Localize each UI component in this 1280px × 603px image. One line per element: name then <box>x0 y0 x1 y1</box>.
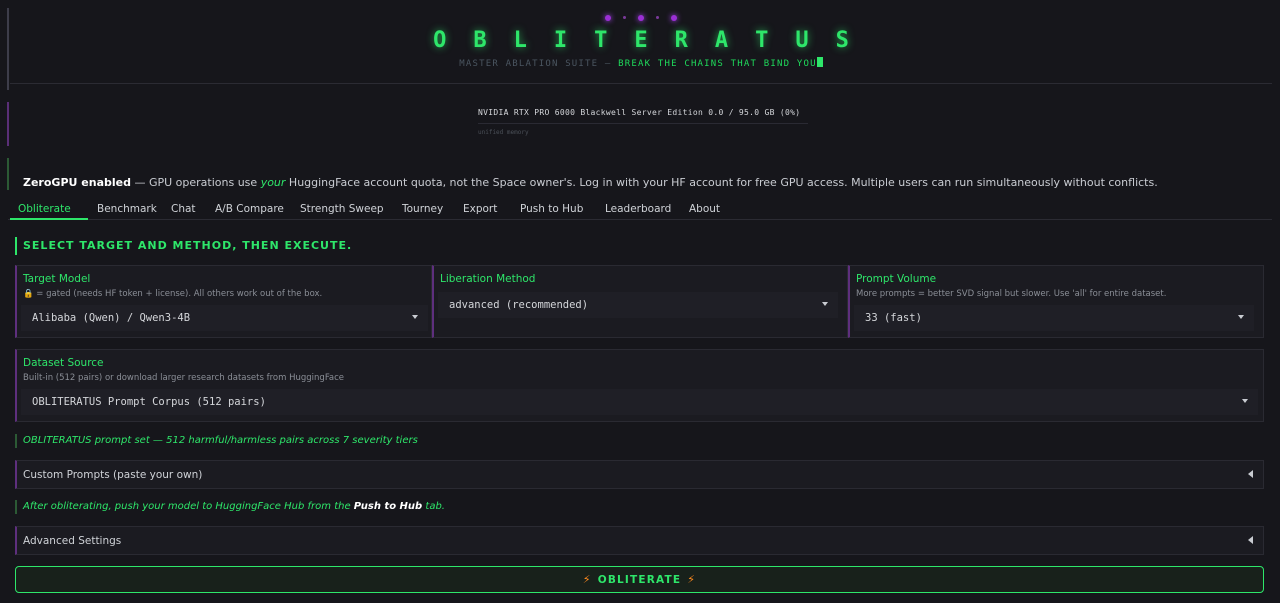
zerogpu-pre: — GPU operations use <box>130 176 261 189</box>
push-note-pre: After obliterating, push your model to H… <box>23 501 354 512</box>
tab-tourney[interactable]: Tourney <box>402 203 443 215</box>
header-dots <box>10 11 1272 24</box>
prompt-volume-info: More prompts = better SVD signal but slo… <box>856 289 1167 299</box>
advanced-settings-accordion[interactable]: Advanced Settings <box>15 526 1264 555</box>
tab-export[interactable]: Export <box>463 203 497 215</box>
tab-ab-compare[interactable]: A/B Compare <box>215 203 284 215</box>
gpu-memory-sub: unified memory <box>478 129 529 136</box>
custom-prompts-label: Custom Prompts (paste your own) <box>23 469 203 481</box>
target-model-label: Target Model <box>23 273 91 285</box>
liberation-method-value: advanced (recommended) <box>449 299 589 311</box>
dataset-source-info: Built-in (512 pairs) or download larger … <box>23 373 345 383</box>
dataset-source-value: OBLITERATUS Prompt Corpus (512 pairs) <box>32 396 266 408</box>
cursor-icon <box>816 57 823 67</box>
advanced-settings-label: Advanced Settings <box>23 535 122 547</box>
chevron-left-icon <box>1248 536 1253 544</box>
liberation-method-panel: Liberation Method advanced (recommended) <box>432 265 848 338</box>
active-tab-indicator <box>10 218 88 220</box>
chevron-down-icon <box>412 315 418 319</box>
header-side-bar <box>7 8 9 90</box>
gpu-side-bar <box>7 102 9 146</box>
zerogpu-banner: ZeroGPU enabled — GPU operations use you… <box>23 176 1158 189</box>
chevron-down-icon <box>1242 399 1248 403</box>
app-subtitle: MASTER ABLATION SUITE — BREAK THE CHAINS… <box>10 57 1272 69</box>
app-header: OBLITERATUS MASTER ABLATION SUITE — BREA… <box>10 0 1272 84</box>
custom-prompts-accordion[interactable]: Custom Prompts (paste your own) <box>15 460 1264 489</box>
target-model-panel: Target Model 🔒 = gated (needs HF token +… <box>15 265 432 338</box>
chevron-left-icon <box>1248 470 1253 478</box>
zerogpu-side-bar <box>7 158 9 190</box>
push-note: After obliterating, push your model to H… <box>15 500 445 514</box>
subtitle-bright: BREAK THE CHAINS THAT BIND YOU <box>618 59 817 69</box>
dot-icon <box>623 16 626 19</box>
zerogpu-italic: your <box>260 176 286 189</box>
dot-icon <box>638 15 644 21</box>
push-note-post: tab. <box>422 501 445 512</box>
obliterate-button-label: OBLITERATE <box>597 574 682 586</box>
target-model-value: Alibaba (Qwen) / Qwen3-4B <box>32 312 191 324</box>
tab-benchmark[interactable]: Benchmark <box>97 203 157 215</box>
gpu-memory-line: NVIDIA RTX PRO 6000 Blackwell Server Edi… <box>478 108 808 124</box>
chevron-down-icon <box>822 302 828 306</box>
zerogpu-post: HuggingFace account quota, not the Space… <box>285 176 1158 189</box>
dot-icon <box>605 15 611 21</box>
gpu-status: NVIDIA RTX PRO 6000 Blackwell Server Edi… <box>478 108 808 136</box>
dataset-source-select[interactable]: OBLITERATUS Prompt Corpus (512 pairs) <box>21 389 1258 415</box>
prompt-volume-panel: Prompt Volume More prompts = better SVD … <box>848 265 1264 338</box>
dot-icon <box>656 16 659 19</box>
push-note-bold: Push to Hub <box>353 501 423 512</box>
liberation-method-select[interactable]: advanced (recommended) <box>438 292 838 318</box>
prompt-volume-select[interactable]: 33 (fast) <box>854 305 1254 331</box>
prompt-volume-label: Prompt Volume <box>856 273 937 285</box>
tab-about[interactable]: About <box>689 203 720 215</box>
subtitle-dim: MASTER ABLATION SUITE — <box>459 59 619 69</box>
tab-push-to-hub[interactable]: Push to Hub <box>520 203 583 215</box>
obliterate-button[interactable]: ⚡ OBLITERATE ⚡ <box>15 566 1264 593</box>
dot-icon <box>671 15 677 21</box>
target-model-select[interactable]: Alibaba (Qwen) / Qwen3-4B <box>21 305 428 331</box>
tab-strength-sweep[interactable]: Strength Sweep <box>300 203 384 215</box>
dataset-source-panel: Dataset Source Built-in (512 pairs) or d… <box>15 349 1264 422</box>
tab-leaderboard[interactable]: Leaderboard <box>605 203 671 215</box>
chevron-down-icon <box>1238 315 1244 319</box>
lightning-icon: ⚡ <box>687 573 697 586</box>
tab-obliterate[interactable]: Obliterate <box>18 203 71 215</box>
dataset-note: OBLITERATUS prompt set — 512 harmful/har… <box>15 434 418 448</box>
zerogpu-bold: ZeroGPU enabled <box>23 176 131 189</box>
liberation-method-label: Liberation Method <box>440 273 536 285</box>
app-title: OBLITERATUS <box>433 28 876 53</box>
target-model-info: 🔒 = gated (needs HF token + license). Al… <box>23 289 323 299</box>
prompt-volume-value: 33 (fast) <box>865 312 922 324</box>
lightning-icon: ⚡ <box>582 573 592 586</box>
tab-chat[interactable]: Chat <box>171 203 196 215</box>
section-heading: SELECT TARGET AND METHOD, THEN EXECUTE. <box>15 237 352 255</box>
dataset-source-label: Dataset Source <box>23 357 104 369</box>
tab-bar: Obliterate Benchmark Chat A/B Compare St… <box>8 199 1272 220</box>
